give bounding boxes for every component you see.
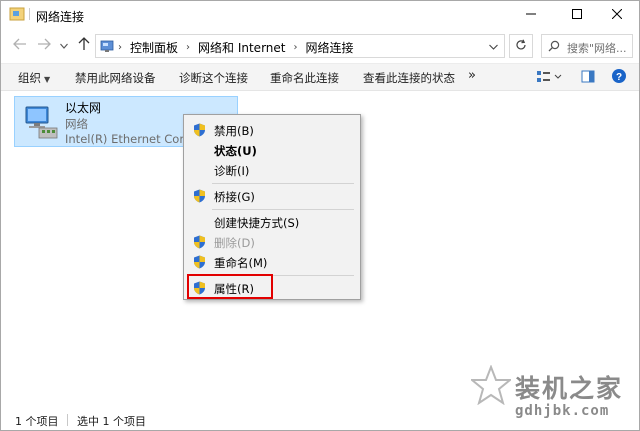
menu-item-label: 删除(D) (214, 236, 255, 250)
menu-item-disable[interactable]: 禁用(B) (186, 120, 358, 140)
context-menu: 禁用(B) 状态(U) 诊断(I) 桥接(G) 创建快捷方式(S) 删除(D) (183, 114, 361, 300)
search-input[interactable]: 搜索"网络... (567, 40, 631, 56)
chevron-down-icon (60, 39, 68, 52)
arrow-left-icon (13, 38, 27, 53)
shield-icon (193, 123, 206, 137)
maximize-icon (572, 8, 582, 22)
watermark-title: 装机之家 (515, 374, 624, 403)
menu-item-label: 桥接(G) (214, 190, 255, 204)
diagnose-connection-button[interactable]: 诊断这个连接 (179, 70, 248, 86)
minimize-icon (526, 9, 536, 22)
shield-icon (193, 189, 206, 203)
organize-label: 组织 (18, 71, 41, 85)
title-separator (29, 8, 30, 20)
chevron-right-icon: › (186, 42, 191, 53)
menu-item-label: 禁用(B) (214, 124, 254, 138)
window-title: 网络连接 (36, 10, 85, 24)
menu-separator (212, 183, 354, 184)
watermark-url: gdhjbk.com (515, 403, 610, 419)
ethernet-adapter-icon (23, 106, 61, 140)
refresh-button[interactable] (509, 34, 533, 58)
status-separator (67, 414, 68, 426)
star-logo-icon (469, 364, 513, 408)
preview-pane-icon[interactable] (581, 69, 595, 88)
menu-item-status[interactable]: 状态(U) (186, 140, 358, 160)
back-button[interactable] (13, 38, 27, 52)
menu-item-create-shortcut[interactable]: 创建快捷方式(S) (186, 212, 358, 232)
forward-button[interactable] (37, 38, 51, 52)
search-box[interactable]: 搜索"网络... (541, 34, 633, 58)
breadcrumb: › 控制面板 › 网络和 Internet › 网络连接 (116, 39, 354, 56)
address-dropdown-icon[interactable] (489, 40, 498, 53)
properties-highlight-box (187, 274, 273, 299)
shield-icon (193, 255, 206, 269)
svg-text:?: ? (616, 72, 622, 83)
control-panel-icon (100, 39, 114, 53)
command-bar: 组织 ▼ 禁用此网络设备 诊断这个连接 重命名此连接 查看此连接的状态 » ? (1, 63, 639, 91)
view-options-icon[interactable] (536, 69, 562, 88)
menu-item-label: 创建快捷方式(S) (214, 216, 300, 230)
refresh-icon (515, 39, 527, 54)
address-row: › 控制面板 › 网络和 Internet › 网络连接 搜索"网络... (1, 29, 639, 63)
explorer-window: 网络连接 › 控制面板 › 网络和 Internet › 网络连接 搜索"网络.… (0, 0, 640, 431)
close-icon (611, 8, 623, 22)
breadcrumb-network-internet[interactable]: 网络和 Internet (198, 39, 285, 56)
up-button[interactable] (77, 36, 91, 54)
watermark: 装机之家 gdhjbk.com (469, 363, 631, 427)
chevron-right-icon: › (293, 42, 298, 53)
arrow-up-icon (78, 36, 90, 54)
breadcrumb-control-panel[interactable]: 控制面板 (130, 39, 178, 56)
title-bar[interactable]: 网络连接 (1, 1, 639, 29)
selection-count: 选中 1 个项目 (77, 415, 146, 428)
view-status-button[interactable]: 查看此连接的状态 (363, 70, 455, 86)
network-connections-icon (9, 7, 25, 21)
minimize-button[interactable] (508, 1, 554, 29)
menu-item-diagnose[interactable]: 诊断(I) (186, 160, 358, 180)
menu-item-delete: 删除(D) (186, 232, 358, 252)
menu-item-label: 诊断(I) (214, 164, 250, 178)
disable-device-button[interactable]: 禁用此网络设备 (75, 70, 156, 86)
close-button[interactable] (594, 1, 640, 29)
caret-down-icon: ▼ (44, 75, 51, 84)
help-icon[interactable]: ? (611, 68, 627, 87)
menu-item-bridge[interactable]: 桥接(G) (186, 186, 358, 206)
menu-item-label: 状态(U) (214, 144, 257, 158)
chevron-right-icon: › (118, 42, 122, 53)
item-count: 1 个项目 (15, 415, 59, 428)
menu-separator (212, 209, 354, 210)
menu-item-rename[interactable]: 重命名(M) (186, 252, 358, 272)
arrow-right-icon (37, 38, 51, 53)
more-commands-button[interactable]: » (468, 68, 476, 83)
address-bar[interactable]: › 控制面板 › 网络和 Internet › 网络连接 (95, 34, 505, 58)
shield-icon (193, 235, 206, 249)
rename-connection-button[interactable]: 重命名此连接 (270, 70, 339, 86)
search-icon (548, 40, 560, 55)
menu-item-label: 重命名(M) (214, 256, 268, 270)
connection-name: 以太网 (65, 101, 102, 115)
breadcrumb-network-connections[interactable]: 网络连接 (305, 39, 353, 56)
recent-locations-button[interactable] (59, 38, 69, 52)
organize-menu[interactable]: 组织 ▼ (18, 70, 50, 86)
connection-status: 网络 (65, 117, 88, 131)
